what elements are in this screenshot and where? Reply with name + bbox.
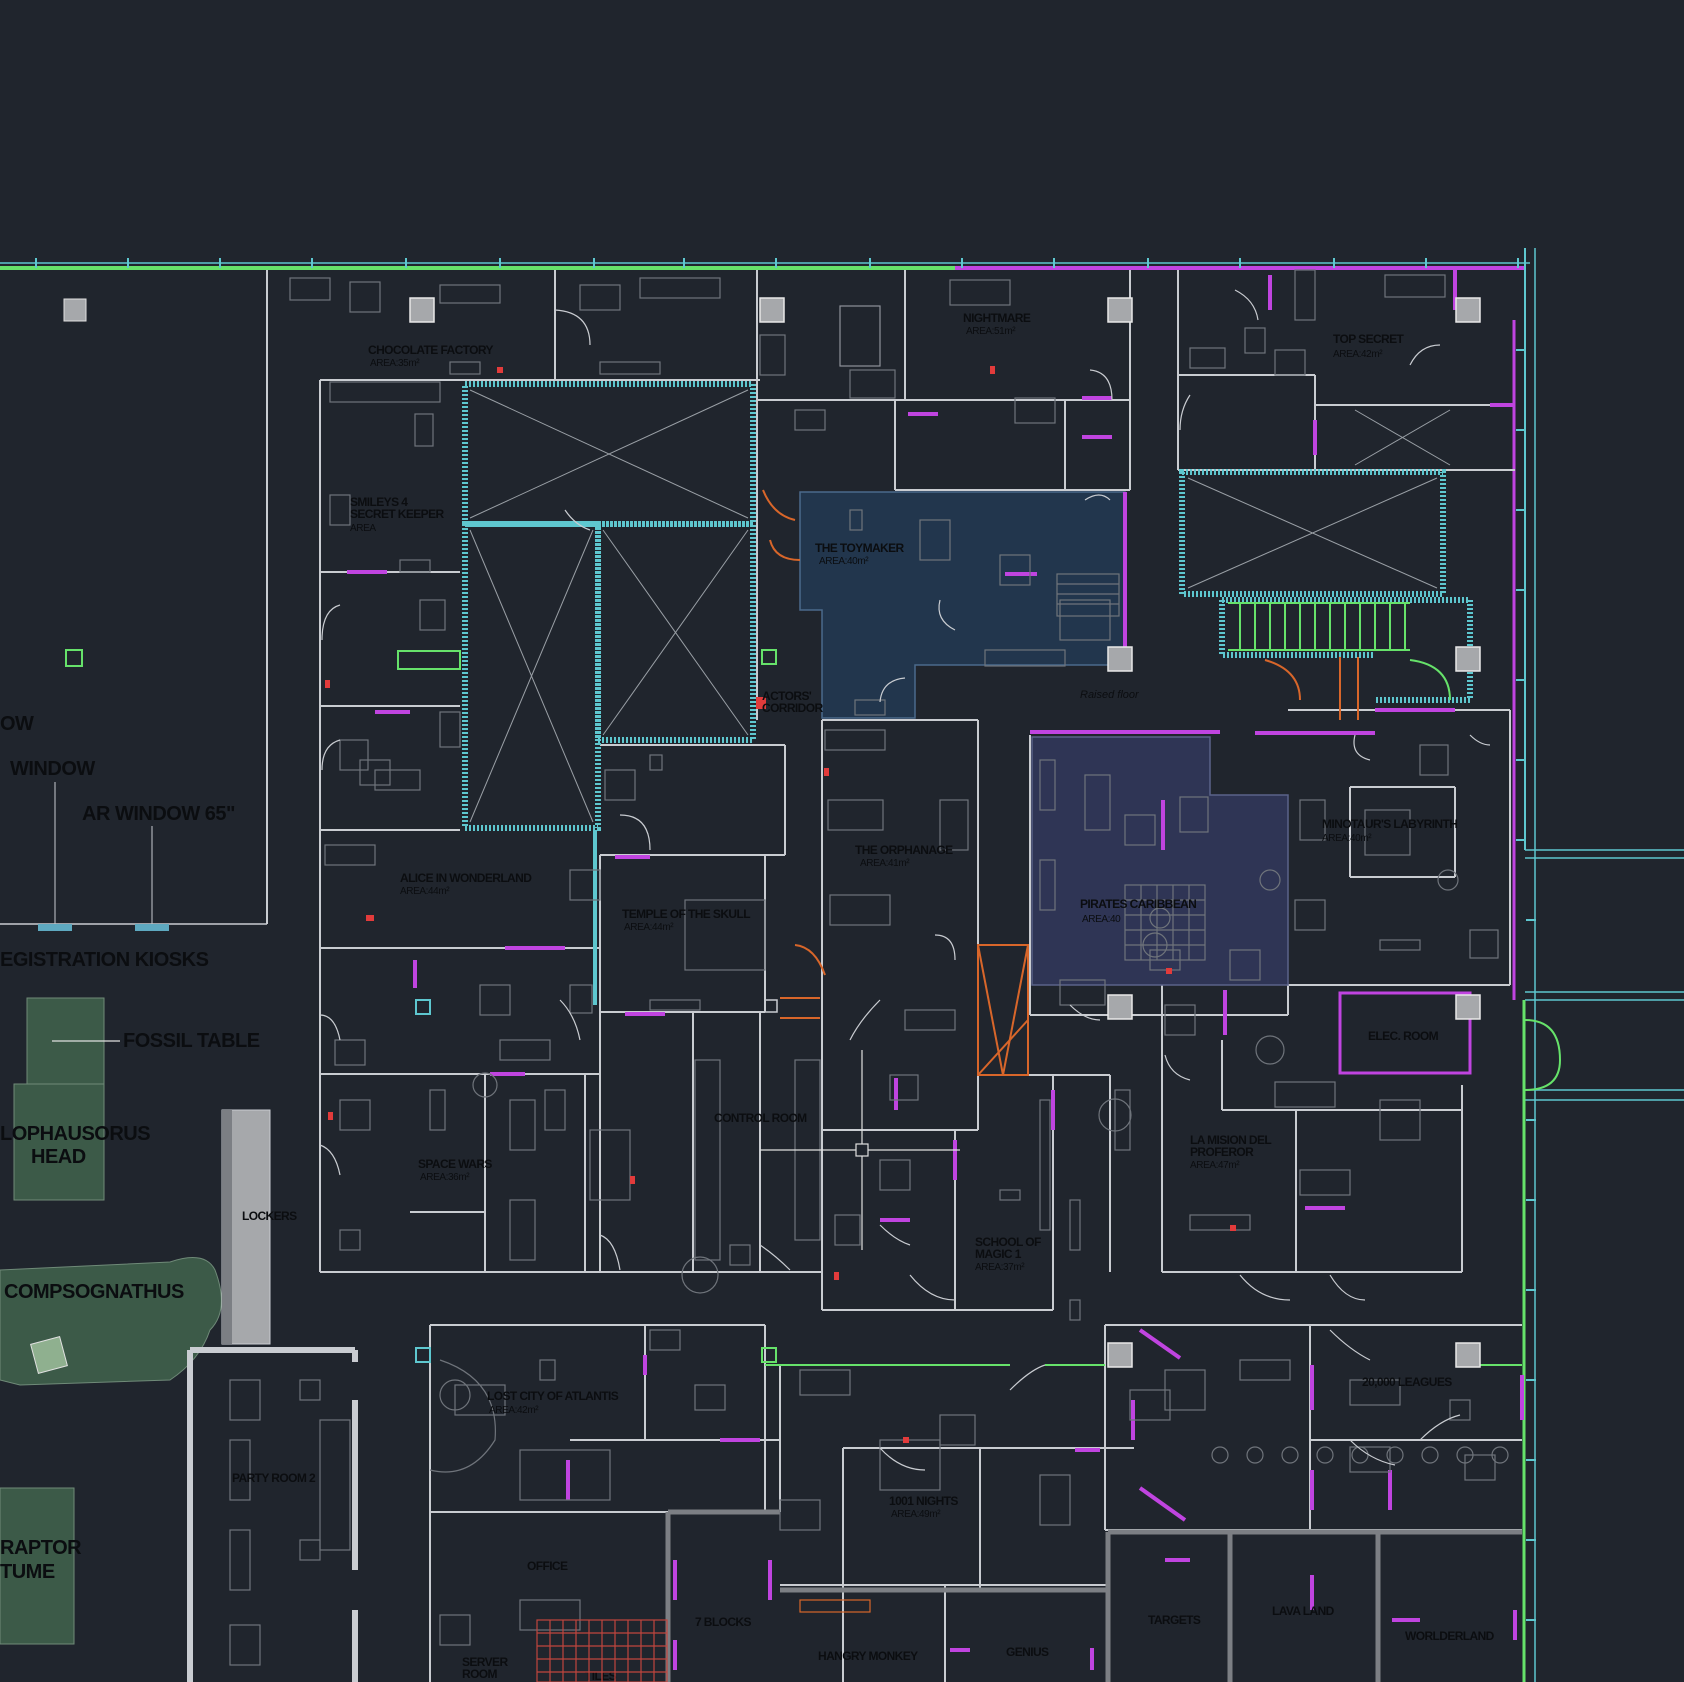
room-space-wars: SPACE WARS bbox=[418, 1157, 492, 1171]
room-minotaur-area: AREA:40m² bbox=[1322, 833, 1372, 844]
label-ar-window: AR WINDOW 65" bbox=[82, 803, 235, 825]
walls bbox=[187, 270, 1522, 1682]
room-7-blocks: 7 BLOCKS bbox=[695, 1615, 751, 1629]
room-toymaker-area: AREA:40m² bbox=[819, 556, 869, 567]
room-lava-land: LAVA LAND bbox=[1272, 1604, 1335, 1618]
room-lost-city-area: AREA:42m² bbox=[489, 1405, 539, 1416]
room-orphanage: THE ORPHANAGE bbox=[855, 843, 953, 857]
room-orphanage-area: AREA:41m² bbox=[860, 858, 910, 869]
room-leagues: 20,000 LEAGUES bbox=[1362, 1375, 1452, 1389]
room-alice-area: AREA:44m² bbox=[400, 886, 450, 897]
room-pirates-area: AREA:40 bbox=[1082, 914, 1121, 925]
label-head-1: LOPHAUSORUS bbox=[0, 1123, 150, 1145]
room-hangry-monkey: HANGRY MONKEY bbox=[818, 1649, 918, 1663]
room-1001-nights-area: AREA:49m² bbox=[891, 1509, 941, 1520]
glass-enclosures bbox=[462, 381, 1473, 1005]
room-top-secret-area: AREA:42m² bbox=[1333, 349, 1383, 360]
room-genius: GENIUS bbox=[1006, 1645, 1049, 1659]
room-space-wars-area: AREA:36m² bbox=[420, 1172, 470, 1183]
room-1001-nights: 1001 NIGHTS bbox=[889, 1494, 958, 1508]
room-nightmare: NIGHTMARE bbox=[963, 311, 1031, 325]
room-elec-room: ELEC. ROOM bbox=[1368, 1029, 1439, 1043]
room-alice: ALICE IN WONDERLAND bbox=[400, 871, 532, 885]
room-lockers: LOCKERS bbox=[242, 1209, 297, 1223]
label-compsognathus: COMPSOGNATHUS bbox=[4, 1281, 184, 1303]
room-minotaur: MINOTAUR'S LABYRINTH bbox=[1322, 817, 1457, 831]
label-window-left: OW bbox=[0, 713, 34, 735]
room-nightmare-area: AREA:51m² bbox=[966, 326, 1016, 337]
label-fossil-table: FOSSIL TABLE bbox=[123, 1030, 260, 1052]
exhibit-labels: OW WINDOW AR WINDOW 65" EGISTRATION KIOS… bbox=[0, 713, 260, 1583]
room-control-room: CONTROL ROOM bbox=[714, 1111, 807, 1125]
room-party-room: PARTY ROOM 2 bbox=[232, 1471, 316, 1485]
room-pirates: PIRATES CARIBBEAN bbox=[1080, 897, 1196, 911]
label-raptor-1: RAPTOR bbox=[0, 1537, 82, 1559]
furniture bbox=[229, 269, 1509, 1666]
room-school-magic-line2: MAGIC 1 bbox=[975, 1247, 1022, 1261]
label-head-2: HEAD bbox=[31, 1146, 86, 1168]
label-registration-kiosks: EGISTRATION KIOSKS bbox=[0, 949, 209, 971]
room-server-line2: ROOM bbox=[462, 1667, 498, 1681]
room-temple: TEMPLE OF THE SKULL bbox=[622, 907, 750, 921]
room-lost-city: LOST CITY OF ATLANTIS bbox=[487, 1389, 619, 1403]
room-top-secret: TOP SECRET bbox=[1333, 332, 1405, 346]
room-chocolate-factory-area: AREA:35m² bbox=[370, 358, 420, 369]
room-toymaker: THE TOYMAKER bbox=[815, 541, 905, 555]
room-la-mision-line2: PROFEROR bbox=[1190, 1145, 1254, 1159]
label-raptor-2: TUME bbox=[0, 1561, 55, 1583]
tile-grid bbox=[536, 1619, 668, 1682]
floor-plan-canvas: CHOCOLATE FACTORY AREA:35m² NIGHTMARE AR… bbox=[0, 248, 1684, 1682]
label-window: WINDOW bbox=[10, 758, 95, 780]
room-worlderland: WORLDERLAND bbox=[1405, 1629, 1495, 1643]
raised-floor-note: Raised floor bbox=[1080, 689, 1140, 701]
room-smileys-area: AREA bbox=[350, 523, 376, 534]
partitions bbox=[347, 270, 1524, 1670]
room-tiles: TILES bbox=[585, 1669, 617, 1682]
room-smileys-line2: SECRET KEEPER bbox=[350, 507, 444, 521]
room-temple-area: AREA:44m² bbox=[624, 922, 674, 933]
room-targets: TARGETS bbox=[1148, 1613, 1201, 1627]
room-office: OFFICE bbox=[527, 1559, 568, 1573]
room-actors-corridor-line2: CORRIDOR bbox=[762, 701, 823, 715]
heavy-walls bbox=[665, 1509, 1522, 1682]
room-chocolate-factory: CHOCOLATE FACTORY bbox=[368, 343, 494, 357]
room-la-mision-area: AREA:47m² bbox=[1190, 1160, 1240, 1171]
room-school-magic-area: AREA:37m² bbox=[975, 1262, 1025, 1273]
